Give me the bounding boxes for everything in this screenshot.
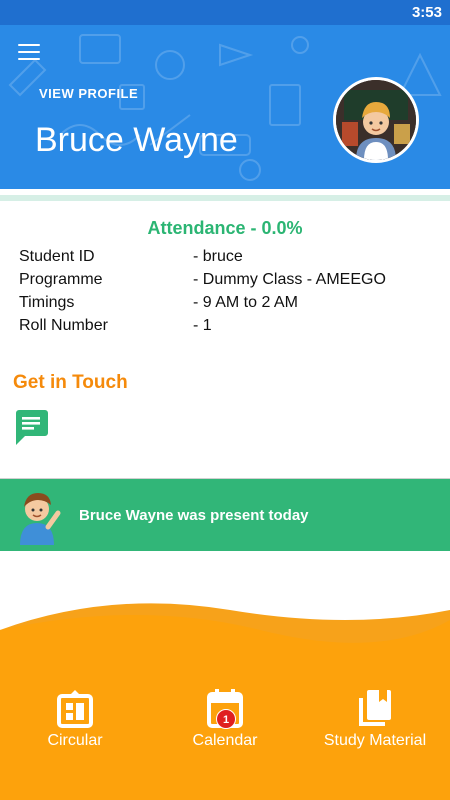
nav-calendar[interactable]: 1 Calendar xyxy=(150,688,300,750)
nav-label: Study Material xyxy=(323,732,427,749)
nav-study-material[interactable]: Study Material xyxy=(300,688,450,750)
nav-label: Circular xyxy=(47,732,103,749)
book-icon xyxy=(359,690,391,726)
attendance-summary: Attendance - 0.0% xyxy=(147,218,303,238)
info-value: - Dummy Class - AMEEGO xyxy=(193,271,386,288)
chat-icon xyxy=(16,410,48,445)
info-row-roll-number: Roll Number - 1 xyxy=(19,317,439,340)
info-label: Programme xyxy=(19,271,103,288)
menu-icon-bar xyxy=(18,51,40,53)
notification-badge: 1 xyxy=(216,709,236,729)
info-label: Student ID xyxy=(19,248,95,265)
info-value: - 9 AM to 2 AM xyxy=(193,294,298,311)
get-in-touch-title: Get in Touch xyxy=(13,372,128,393)
menu-button[interactable] xyxy=(18,44,40,62)
profile-name: Bruce Wayne xyxy=(35,121,238,159)
status-time: 3:53 xyxy=(411,4,442,21)
circular-icon xyxy=(57,690,93,728)
info-label: Timings xyxy=(19,294,75,311)
menu-icon-bar xyxy=(18,58,40,60)
menu-icon-bar xyxy=(18,44,40,46)
info-label: Roll Number xyxy=(19,317,108,334)
attendance-banner: Bruce Wayne was present today xyxy=(0,478,450,551)
chat-button[interactable] xyxy=(13,408,49,446)
info-value: - bruce xyxy=(193,248,243,265)
profile-header: VIEW PROFILE Bruce Wayne xyxy=(0,25,450,189)
student-avatar-icon xyxy=(336,80,416,160)
waving-kid-icon xyxy=(20,493,61,545)
info-row-timings: Timings - 9 AM to 2 AM xyxy=(19,294,439,317)
nav-label: Calendar xyxy=(192,732,258,749)
banner-message: Bruce Wayne was present today xyxy=(79,507,309,524)
status-bar: 3:53 xyxy=(0,0,450,25)
view-profile-link[interactable]: VIEW PROFILE xyxy=(39,86,138,101)
nav-circular[interactable]: Circular xyxy=(0,688,150,750)
info-row-programme: Programme - Dummy Class - AMEEGO xyxy=(19,271,439,294)
info-value: - 1 xyxy=(193,317,212,334)
divider xyxy=(0,195,450,201)
student-info-table: Student ID - bruce Programme - Dummy Cla… xyxy=(19,248,439,340)
avatar[interactable] xyxy=(333,77,419,163)
info-row-student-id: Student ID - bruce xyxy=(19,248,439,271)
